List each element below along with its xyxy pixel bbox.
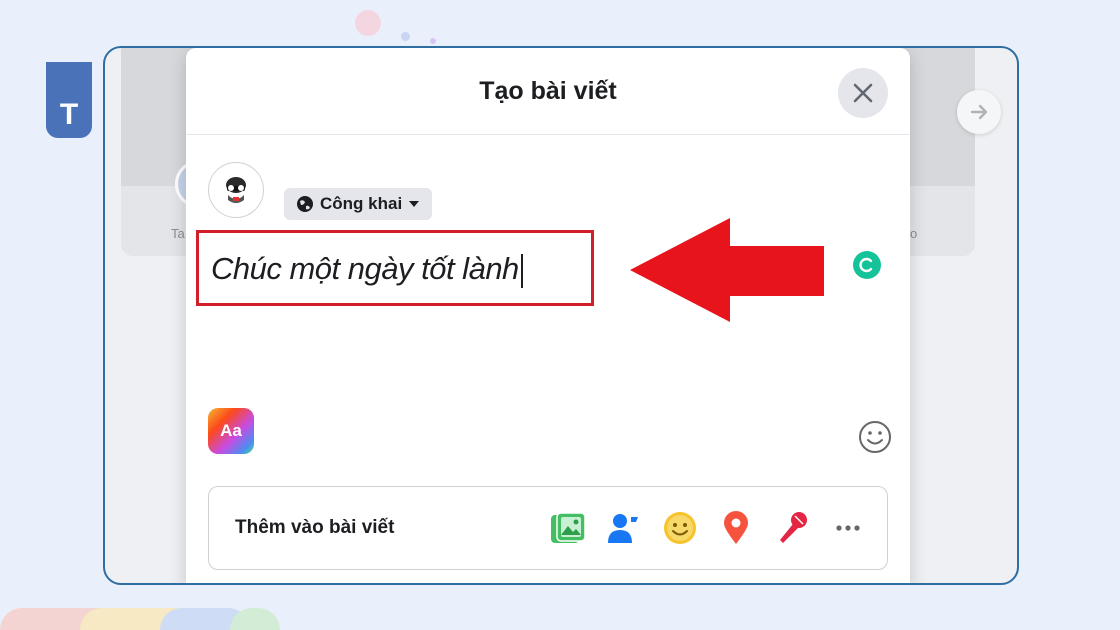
annotation-arrow-icon: [630, 218, 824, 322]
live-video-button[interactable]: [773, 509, 811, 547]
tag-people-button[interactable]: [605, 509, 643, 547]
add-to-post-label: Thêm vào bài viết: [235, 517, 395, 538]
dialog-header: Tạo bài viết: [186, 48, 910, 135]
brand-badge: T: [46, 62, 92, 138]
background-caption: o: [910, 226, 918, 241]
avatar[interactable]: [208, 162, 264, 218]
grammarly-logo-icon: [859, 257, 873, 273]
close-button[interactable]: [838, 68, 888, 118]
text-format-button[interactable]: Aa: [208, 408, 254, 454]
caret-down-icon: [409, 201, 420, 207]
feeling-icon: [664, 512, 696, 544]
dialog-title: Tạo bài viết: [479, 76, 617, 105]
location-icon: [724, 511, 748, 544]
post-text-value: Chúc một ngày tốt lành: [211, 251, 519, 286]
emoji-button[interactable]: [858, 420, 892, 459]
photo-icon: [551, 512, 586, 543]
globe-icon: [297, 196, 313, 212]
grammarly-icon[interactable]: [853, 251, 881, 279]
smiley-icon: [859, 421, 891, 453]
more-icon: [836, 525, 860, 531]
photo-video-button[interactable]: [549, 509, 587, 547]
decor-dot: [430, 38, 436, 44]
background-caption: Ta: [171, 226, 185, 241]
privacy-selector[interactable]: Công khai: [284, 188, 433, 220]
add-to-post-icons: [549, 509, 867, 547]
create-post-dialog: Tạo bài viết Công khai Chúc một ngày tốt…: [186, 48, 910, 583]
arrow-right-icon: [970, 104, 988, 120]
privacy-label: Công khai: [320, 194, 403, 213]
close-icon: [853, 83, 873, 103]
screenshot-frame: Ta o Tạo bài viết Công khai Chúc một ngà…: [103, 46, 1019, 585]
author-row: Công khai: [208, 160, 433, 220]
text-format-label: Aa: [220, 421, 242, 440]
post-text-input[interactable]: Chúc một ngày tốt lành: [196, 230, 594, 306]
text-cursor: [520, 253, 523, 288]
decor-dot: [401, 32, 410, 41]
avatar-character-icon: [226, 177, 246, 203]
next-arrow-button[interactable]: [957, 90, 1001, 134]
decor-blob: [355, 10, 381, 36]
feeling-button[interactable]: [661, 509, 699, 547]
tag-people-icon: [608, 514, 638, 543]
check-in-button[interactable]: [717, 509, 755, 547]
more-options-button[interactable]: [829, 509, 867, 547]
add-to-post-bar: Thêm vào bài viết: [208, 486, 888, 570]
live-mic-icon: [780, 512, 807, 543]
brand-letter: T: [59, 98, 79, 131]
